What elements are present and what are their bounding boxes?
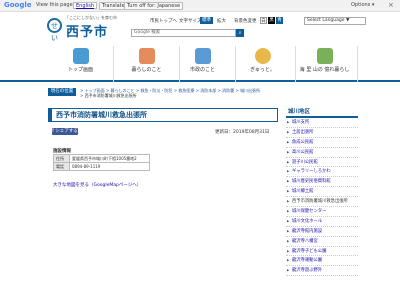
text-size-standard-button[interactable]: 標準	[200, 17, 213, 24]
bg-color-label: 背景色変更	[234, 19, 257, 24]
breadcrumb-link[interactable]: 救急・防災・防犯	[140, 88, 172, 93]
city-emblem-icon: せい	[47, 18, 62, 42]
city-name-logo[interactable]: 西予市	[66, 21, 108, 40]
search-input[interactable]: Google 検索	[131, 29, 236, 37]
breadcrumb-link[interactable]: 救急医療	[178, 88, 194, 93]
sidebar-item[interactable]: 龍沢寺八幡宮	[286, 237, 358, 247]
breadcrumb-link[interactable]: 消防署	[222, 88, 234, 93]
table-value: 0894-89-1119	[69, 162, 150, 171]
sidebar-item[interactable]: 魚成公民館	[286, 138, 358, 148]
language-link[interactable]: English	[73, 2, 98, 9]
language-select[interactable]: Select Language ▼	[304, 17, 366, 25]
nav-label: 市政のこと	[189, 67, 215, 73]
breadcrumb: > トップ画面 > 暮らしのこと > 救急・防災・防犯 > 救急医療 > 消防本…	[80, 88, 261, 98]
facebook-share-button[interactable]: f シェアする	[52, 128, 78, 135]
table-value: 愛媛県西予市城川町下相1005番地2	[69, 154, 150, 163]
sidebar-item[interactable]: 龍沢寺子ども公園	[286, 247, 358, 257]
sidebar-item[interactable]: 高川公民館	[286, 148, 358, 158]
close-icon[interactable]: ×	[388, 0, 394, 11]
sidebar-item[interactable]: 龍沢寺館内施設	[286, 227, 358, 237]
sidebar-item[interactable]: 龍沢寺遊ぶ野外	[286, 266, 358, 277]
building-icon	[194, 48, 211, 64]
sidebar-item[interactable]: 城川支所	[286, 118, 358, 128]
nav-top[interactable]: トップ画面	[48, 46, 114, 82]
translate-bar: Google View this page in: English Transl…	[0, 0, 400, 12]
mascot-icon	[254, 48, 271, 64]
sidebar-item[interactable]: 城川歴史民俗資料館	[286, 177, 358, 188]
search-icon[interactable]: ⌕	[236, 29, 244, 37]
nav-label: トップ画面	[67, 67, 93, 73]
bg-blue-button[interactable]: 青	[276, 17, 283, 24]
nav-city-govt[interactable]: 市政のこと	[170, 46, 236, 82]
global-nav: トップ画面 暮らしのこと 市政のこと ぎゅっと。 海 里 山の 億れ暮らし	[0, 46, 400, 82]
map-link[interactable]: 大きな地図を見る（GoogleMapページへ）	[53, 182, 141, 188]
sidebar-item[interactable]: 土居出張所	[286, 128, 358, 138]
sidebar-item[interactable]: 城川保健センター	[286, 207, 358, 217]
bg-white-button[interactable]: 白	[260, 17, 267, 24]
google-logo: Google	[4, 1, 32, 9]
home-icon	[72, 48, 89, 64]
page-title: 西予市消防署城川救急出張所	[48, 108, 278, 122]
updated-date: 更新日：2019年08月31日	[215, 130, 270, 135]
sidebar-title: 城川地区	[286, 108, 358, 118]
sidebar-item[interactable]: 城川郷土館	[286, 187, 358, 198]
table-key: 電話	[53, 162, 70, 171]
text-size-label: 文字サイズ	[179, 19, 202, 24]
facility-info-table: 住所 愛媛県西予市城川町下相1005番地2 電話 0894-89-1119	[53, 154, 150, 171]
nav-label: ぎゅっと。	[250, 67, 275, 73]
turn-off-button[interactable]: Turn off for: Japanese	[124, 2, 184, 10]
sidebar: 城川地区 城川支所 土居出張所 魚成公民館 高川公民館 遊子川公民館 ギャラリー…	[286, 108, 358, 277]
options-button[interactable]: Options ▾	[351, 0, 374, 11]
nav-label: 暮らしのこと	[131, 67, 162, 73]
nav-label: 海 里 山の 億れ暮らし	[299, 67, 350, 73]
nav-living-style[interactable]: 海 里 山の 億れ暮らし	[292, 46, 358, 82]
breadcrumb-link[interactable]: 消防本部	[200, 88, 216, 93]
nav-gyutto[interactable]: ぎゅっと。	[230, 46, 296, 82]
sidebar-item[interactable]: 遊子川公民館	[286, 158, 358, 168]
table-key: 住所	[53, 154, 70, 163]
landscape-icon	[316, 48, 333, 64]
home-link[interactable]: 市民トップへ	[150, 18, 177, 24]
breadcrumb-link[interactable]: 城川出張所	[240, 88, 260, 93]
bg-black-button[interactable]: 黒	[268, 17, 275, 24]
sidebar-item[interactable]: 龍沢寺運動公園	[286, 256, 358, 267]
table-row: 住所 愛媛県西予市城川町下相1005番地2	[53, 154, 150, 163]
sidebar-item[interactable]: ギャラリーしろかわ	[286, 167, 358, 178]
sidebar-item-current: 西予市消防署城川救急出張所	[286, 197, 358, 208]
text-size-large-button[interactable]: 拡大	[217, 18, 226, 24]
table-row: 電話 0894-89-1119	[53, 162, 150, 171]
sidebar-item[interactable]: 城川文化ホール	[286, 217, 358, 227]
breadcrumb-current: 西予市消防署城川救急出張所	[84, 93, 137, 98]
family-icon	[138, 48, 155, 64]
